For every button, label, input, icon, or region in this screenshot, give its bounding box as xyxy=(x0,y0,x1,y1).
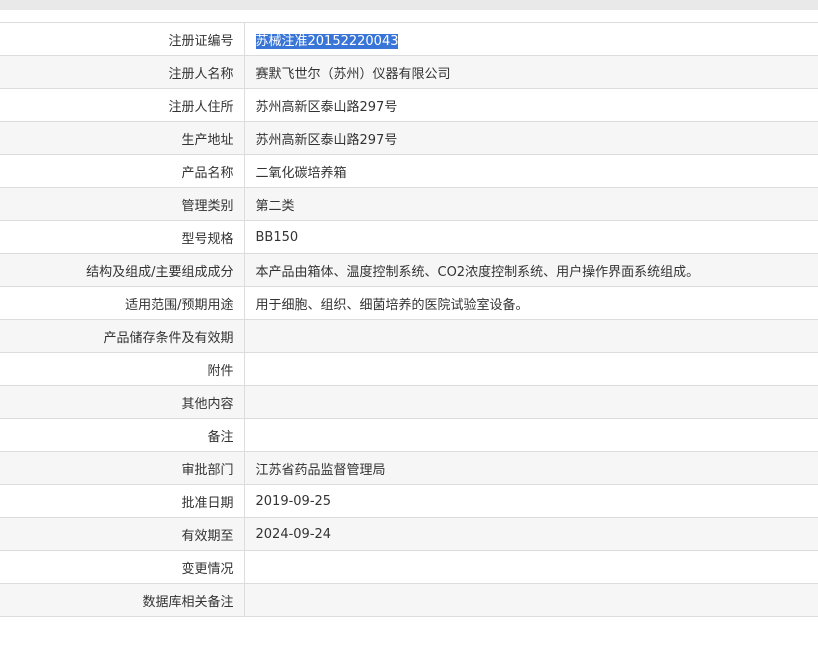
row-registrant-address: 注册人住所 苏州高新区泰山路297号 xyxy=(0,88,818,122)
row-change-history: 变更情况 xyxy=(0,550,818,584)
row-value: BB150 xyxy=(244,220,818,254)
row-label: 产品储存条件及有效期 xyxy=(0,319,245,353)
row-approval-date: 批准日期 2019-09-25 xyxy=(0,484,818,518)
row-production-address: 生产地址 苏州高新区泰山路297号 xyxy=(0,121,818,155)
row-label: 其他内容 xyxy=(0,385,245,419)
top-strip xyxy=(0,0,818,10)
row-attachments: 附件 xyxy=(0,352,818,386)
row-value xyxy=(244,352,818,386)
row-management-category: 管理类别 第二类 xyxy=(0,187,818,221)
row-structure-composition: 结构及组成/主要组成成分 本产品由箱体、温度控制系统、CO2浓度控制系统、用户操… xyxy=(0,253,818,287)
row-remarks: 备注 xyxy=(0,418,818,452)
row-value: 苏州高新区泰山路297号 xyxy=(244,121,818,155)
row-value: 第二类 xyxy=(244,187,818,221)
row-label: 注册人名称 xyxy=(0,55,245,89)
row-storage-conditions: 产品储存条件及有效期 xyxy=(0,319,818,353)
row-value[interactable]: 苏械注准20152220043 xyxy=(244,22,818,56)
row-value: 江苏省药品监督管理局 xyxy=(244,451,818,485)
row-approval-department: 审批部门 江苏省药品监督管理局 xyxy=(0,451,818,485)
row-intended-use: 适用范围/预期用途 用于细胞、组织、细菌培养的医院试验室设备。 xyxy=(0,286,818,320)
row-value xyxy=(244,550,818,584)
row-value: 用于细胞、组织、细菌培养的医院试验室设备。 xyxy=(244,286,818,320)
row-label: 附件 xyxy=(0,352,245,386)
registration-detail-table: 注册证编号 苏械注准20152220043 注册人名称 赛默飞世尔（苏州）仪器有… xyxy=(0,22,818,617)
row-value: 2019-09-25 xyxy=(244,484,818,518)
selected-registration-number[interactable]: 苏械注准20152220043 xyxy=(255,33,399,49)
row-registration-number: 注册证编号 苏械注准20152220043 xyxy=(0,22,818,56)
row-label: 产品名称 xyxy=(0,154,245,188)
row-value: 本产品由箱体、温度控制系统、CO2浓度控制系统、用户操作界面系统组成。 xyxy=(244,253,818,287)
row-label: 变更情况 xyxy=(0,550,245,584)
row-label: 批准日期 xyxy=(0,484,245,518)
row-label: 注册证编号 xyxy=(0,22,245,56)
row-label: 备注 xyxy=(0,418,245,452)
row-label: 审批部门 xyxy=(0,451,245,485)
row-value xyxy=(244,583,818,617)
row-value xyxy=(244,319,818,353)
row-value: 苏州高新区泰山路297号 xyxy=(244,88,818,122)
row-label: 数据库相关备注 xyxy=(0,583,245,617)
row-label: 有效期至 xyxy=(0,517,245,551)
row-value: 赛默飞世尔（苏州）仪器有限公司 xyxy=(244,55,818,89)
row-label: 适用范围/预期用途 xyxy=(0,286,245,320)
row-label: 型号规格 xyxy=(0,220,245,254)
row-database-remarks: 数据库相关备注 xyxy=(0,583,818,617)
row-other-content: 其他内容 xyxy=(0,385,818,419)
row-registrant-name: 注册人名称 赛默飞世尔（苏州）仪器有限公司 xyxy=(0,55,818,89)
row-value: 二氧化碳培养箱 xyxy=(244,154,818,188)
row-value: 2024-09-24 xyxy=(244,517,818,551)
row-product-name: 产品名称 二氧化碳培养箱 xyxy=(0,154,818,188)
row-label: 生产地址 xyxy=(0,121,245,155)
row-model-spec: 型号规格 BB150 xyxy=(0,220,818,254)
row-label: 结构及组成/主要组成成分 xyxy=(0,253,245,287)
row-value xyxy=(244,385,818,419)
row-label: 注册人住所 xyxy=(0,88,245,122)
row-valid-until: 有效期至 2024-09-24 xyxy=(0,517,818,551)
row-value xyxy=(244,418,818,452)
row-label: 管理类别 xyxy=(0,187,245,221)
